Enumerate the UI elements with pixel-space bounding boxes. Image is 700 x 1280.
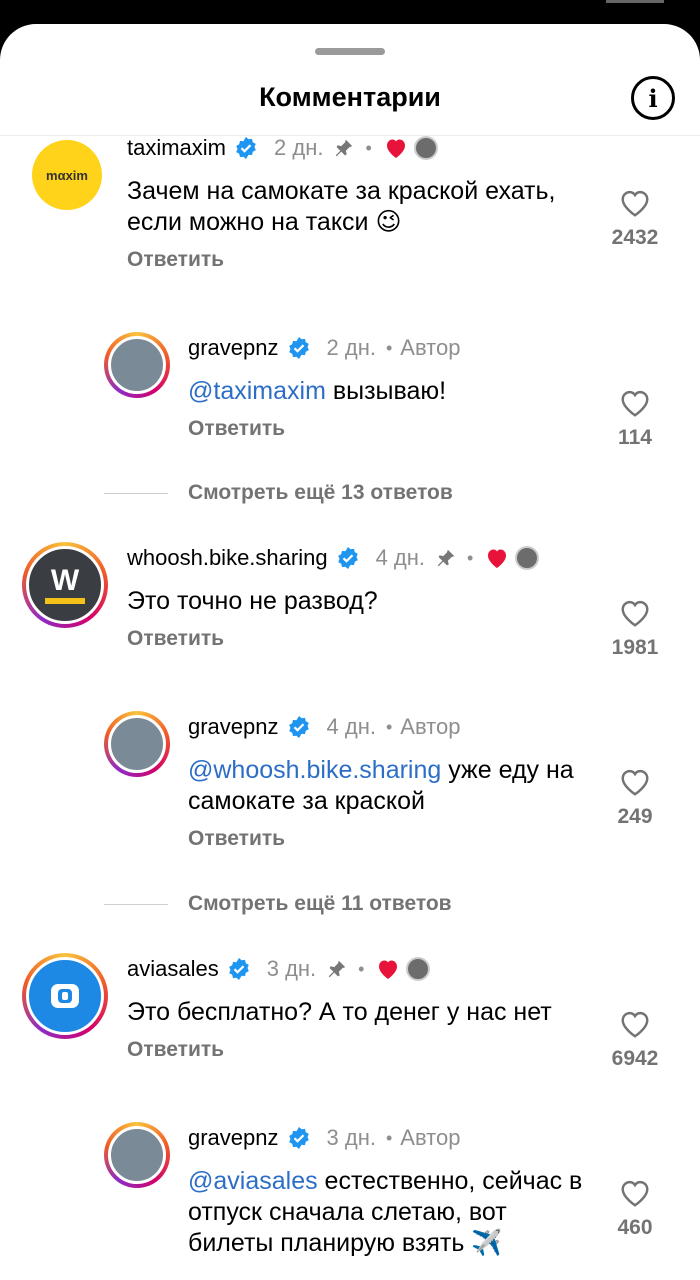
- username[interactable]: aviasales: [127, 956, 219, 982]
- author-mini-avatar: [515, 546, 540, 570]
- verified-badge-icon: [337, 547, 358, 569]
- view-more-replies[interactable]: Смотреть ещё 11 ответов: [104, 892, 452, 916]
- separator-dot: •: [385, 337, 393, 358]
- comment-text: @taximaxim вызываю!: [188, 376, 598, 407]
- mention-link[interactable]: @taximaxim: [188, 377, 326, 405]
- comment-time: 4 дн.: [326, 714, 376, 739]
- thread-line: [104, 903, 168, 905]
- comment-text: Зачем на самокате за краской ехать, если…: [127, 177, 556, 236]
- author-mini-avatar: [406, 957, 431, 981]
- whoosh-logo: W: [50, 564, 80, 597]
- view-more-replies[interactable]: Смотреть ещё 13 ответов: [104, 481, 453, 505]
- like-count: 114: [618, 426, 652, 449]
- like-count: 2432: [611, 226, 659, 249]
- avatar[interactable]: mαxim: [32, 140, 102, 210]
- heart-filled-icon: [379, 960, 398, 979]
- author-label: Автор: [400, 1125, 461, 1150]
- heart-outline-icon[interactable]: [618, 1009, 652, 1039]
- like-count: 249: [617, 805, 653, 828]
- heart-outline-icon[interactable]: [618, 1178, 652, 1208]
- avatar[interactable]: W: [22, 542, 108, 628]
- username[interactable]: whoosh.bike.sharing: [127, 545, 328, 571]
- separator-dot: •: [385, 716, 393, 737]
- maxim-logo: mαxim: [46, 167, 88, 183]
- heart-filled-icon: [386, 139, 405, 158]
- view-more-label[interactable]: Смотреть ещё 11 ответов: [188, 892, 452, 916]
- heart-outline-icon[interactable]: [618, 188, 652, 218]
- comments-sheet: Комментарии i mαxim taximaxim 2 дн. • За…: [0, 24, 700, 1280]
- avatar[interactable]: [104, 1122, 170, 1188]
- comment-text-rest: вызываю!: [325, 377, 447, 405]
- heart-outline-icon[interactable]: [618, 598, 652, 628]
- comment-text: Это точно не развод?: [127, 587, 378, 615]
- like-count: 6942: [611, 1047, 659, 1070]
- heart-outline-icon[interactable]: [618, 388, 652, 418]
- mention-link[interactable]: @aviasales: [188, 1167, 318, 1195]
- reply-button[interactable]: Ответить: [127, 248, 597, 272]
- drag-handle[interactable]: [315, 48, 385, 55]
- avatar[interactable]: [104, 332, 170, 398]
- sheet-title: Комментарии: [259, 82, 441, 112]
- author-label: Автор: [400, 714, 461, 739]
- pin-icon: [336, 139, 353, 157]
- thread-line: [104, 492, 168, 494]
- like-control[interactable]: 114: [600, 388, 670, 450]
- info-icon[interactable]: i: [631, 76, 675, 120]
- reply-button[interactable]: Ответить: [127, 627, 597, 651]
- like-control[interactable]: 6942: [600, 1009, 670, 1071]
- comment-time: 3 дн.: [266, 956, 317, 981]
- separator-dot: •: [365, 137, 372, 158]
- mention-link[interactable]: @whoosh.bike.sharing: [188, 756, 441, 784]
- avatar[interactable]: [104, 711, 170, 777]
- avatar[interactable]: [22, 953, 108, 1039]
- username[interactable]: taximaxim: [127, 135, 226, 161]
- username[interactable]: gravepnz: [188, 714, 279, 740]
- like-count: 1981: [611, 636, 659, 659]
- verified-badge-icon: [288, 716, 309, 738]
- status-bar-indicator: [606, 0, 664, 3]
- heart-outline-icon[interactable]: [618, 767, 652, 797]
- pin-icon: [437, 549, 455, 567]
- heart-filled-icon: [488, 549, 507, 568]
- reply-button[interactable]: Ответить: [188, 827, 598, 851]
- comment-time: 4 дн.: [375, 545, 426, 570]
- comment-time: 2 дн.: [274, 135, 324, 160]
- username[interactable]: gravepnz: [188, 335, 279, 361]
- separator-dot: •: [385, 1127, 393, 1148]
- separator-dot: •: [358, 958, 365, 979]
- verified-badge-icon: [288, 1127, 309, 1149]
- verified-badge-icon: [236, 137, 256, 159]
- like-control[interactable]: 1981: [600, 598, 670, 660]
- comment-text: @aviasales естественно, сейчас в отпуск …: [188, 1166, 598, 1259]
- reply-button[interactable]: Ответить: [188, 417, 598, 441]
- comment-text: @whoosh.bike.sharing уже еду на самокате…: [188, 755, 588, 817]
- author-label: Автор: [400, 335, 461, 360]
- comment-time: 2 дн.: [326, 335, 376, 360]
- view-more-label[interactable]: Смотреть ещё 13 ответов: [188, 481, 453, 505]
- comment-time: 3 дн.: [326, 1125, 376, 1150]
- like-control[interactable]: 249: [600, 767, 670, 829]
- username[interactable]: gravepnz: [188, 1125, 279, 1151]
- comment-text: Это бесплатно? А то денег у нас нет: [127, 998, 552, 1026]
- verified-badge-icon: [288, 337, 309, 359]
- whoosh-logo-bar: [45, 598, 85, 604]
- pin-icon: [328, 960, 346, 978]
- separator-dot: •: [467, 547, 474, 568]
- reply-button[interactable]: Ответить: [127, 1038, 597, 1062]
- aviasales-logo-icon: [51, 984, 79, 1008]
- verified-badge-icon: [228, 958, 249, 980]
- like-control[interactable]: 2432: [600, 188, 670, 250]
- like-control[interactable]: 460: [600, 1178, 670, 1240]
- author-mini-avatar: [413, 136, 438, 160]
- like-count: 460: [617, 1216, 653, 1239]
